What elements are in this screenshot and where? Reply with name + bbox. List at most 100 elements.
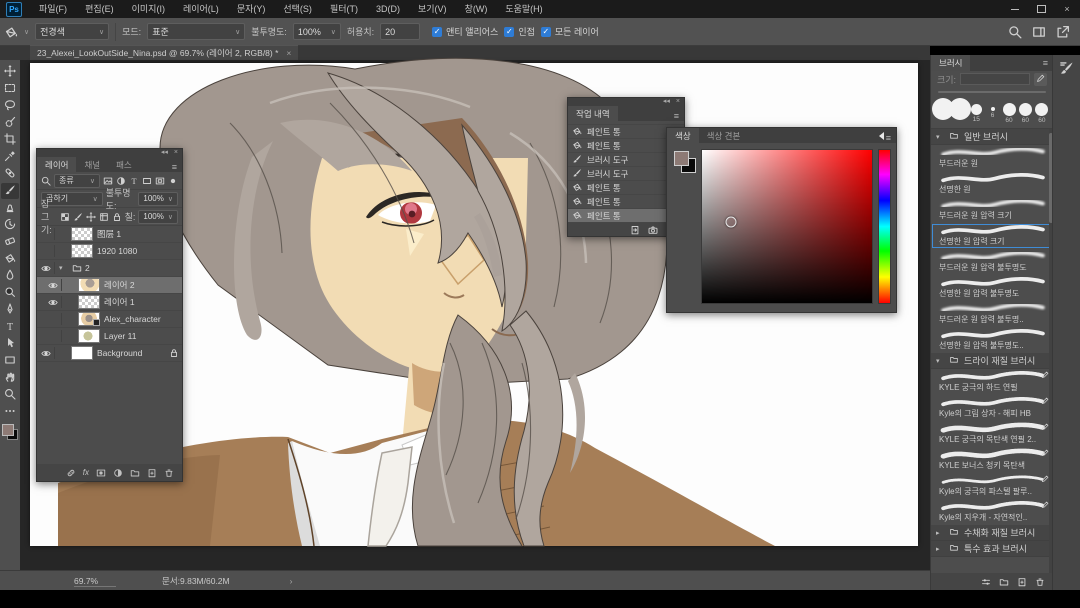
restore-button[interactable] <box>1028 0 1054 18</box>
layer-thumbnail[interactable] <box>71 346 93 360</box>
new-layer-icon[interactable] <box>147 468 157 478</box>
recent-brush[interactable] <box>952 98 967 121</box>
brush-item[interactable]: Kyle의 그림 상자 - 해피 HB <box>931 395 1053 421</box>
workspace-switcher-icon[interactable] <box>1032 25 1046 39</box>
new-document-from-state-icon[interactable] <box>630 225 640 235</box>
filter-shape-icon[interactable] <box>142 176 152 186</box>
tab-swatches[interactable]: 색상 견본 <box>699 128 749 143</box>
filter-type-icon[interactable]: T <box>129 176 139 186</box>
menu-item[interactable]: 창(W) <box>456 0 497 18</box>
menu-item[interactable]: 도움말(H) <box>496 0 551 18</box>
opacity-input[interactable]: 100%∨ <box>293 23 341 40</box>
visibility-toggle[interactable] <box>47 330 62 342</box>
close-icon[interactable]: × <box>676 98 680 106</box>
visibility-toggle[interactable] <box>47 296 62 308</box>
option-checkbox[interactable]: ✓ 앤티 앨리어스 <box>432 25 498 38</box>
new-brush-group-icon[interactable] <box>999 577 1009 587</box>
layer-thumbnail[interactable] <box>78 278 100 292</box>
saturation-brightness-field[interactable] <box>701 149 873 304</box>
brush-settings-icon[interactable] <box>981 577 991 587</box>
brush-item[interactable]: Kyle의 지우개 - 자연적인.. <box>931 499 1053 525</box>
recent-brush[interactable]: 60 <box>1035 98 1049 124</box>
tab-history[interactable]: 작업 내역 <box>568 106 618 121</box>
tool-pen[interactable] <box>1 302 19 318</box>
new-snapshot-icon[interactable] <box>648 225 658 235</box>
tool-eyedropper[interactable] <box>1 149 19 165</box>
filter-toggle-icon[interactable] <box>168 176 178 186</box>
close-button[interactable]: × <box>1054 0 1080 18</box>
collapse-icon[interactable]: ◂◂ <box>663 98 670 106</box>
menu-item[interactable]: 3D(D) <box>367 0 409 18</box>
filter-adjustment-icon[interactable] <box>116 176 126 186</box>
panel-menu-icon[interactable]: ≡ <box>1043 58 1048 68</box>
filter-kind-select[interactable]: 종류∨ <box>54 174 100 188</box>
lock-all-icon[interactable] <box>112 212 122 222</box>
create-brush-icon[interactable] <box>1034 73 1047 86</box>
tab-channels[interactable]: 채널 <box>76 157 108 172</box>
tool-hand[interactable] <box>1 370 19 386</box>
delete-brush-icon[interactable] <box>1035 577 1045 587</box>
document-tab[interactable]: 23_Alexei_LookOutSide_Nina.psd @ 69.7% (… <box>30 45 298 60</box>
foreground-color-swatch[interactable] <box>674 151 689 166</box>
tab-layers[interactable]: 레이어 <box>37 157 76 172</box>
brush-group-header[interactable]: ▾ 드라이 재질 브러시 <box>931 353 1053 369</box>
brush-item[interactable]: 부드러운 원 압력 크기 <box>931 197 1053 223</box>
tool-brush[interactable] <box>1 183 19 199</box>
brush-item[interactable]: KYLE 보너스 청키 목탄색 <box>931 447 1053 473</box>
brush-item[interactable]: 부드러운 원 <box>931 145 1053 171</box>
history-panel-dragbar[interactable]: ◂◂ × <box>568 98 684 106</box>
menu-item[interactable]: 파일(F) <box>30 0 76 18</box>
tool-quick-select[interactable] <box>1 115 19 131</box>
recent-brush[interactable]: 6 <box>985 98 999 119</box>
tool-shape[interactable] <box>1 353 19 369</box>
recent-brush[interactable] <box>935 98 950 121</box>
menu-item[interactable]: 필터(T) <box>321 0 367 18</box>
tool-type[interactable]: T <box>1 319 19 335</box>
brush-group-header[interactable]: ▸ 특수 효과 브러시 <box>931 541 1053 557</box>
brush-size-slider[interactable] <box>931 87 1053 96</box>
layer-row[interactable]: 1920 1080 <box>37 243 182 260</box>
brush-item[interactable]: Kyle의 궁극의 파스텔 팔루.. <box>931 473 1053 499</box>
hue-slider[interactable] <box>878 149 891 304</box>
brush-item[interactable]: 선명한 원 압력 불투명도.. <box>931 327 1053 353</box>
menu-item[interactable]: 선택(S) <box>274 0 321 18</box>
brush-item[interactable]: 선명한 원 <box>931 171 1053 197</box>
lock-pixels-icon[interactable] <box>73 212 83 222</box>
tool-paint-bucket[interactable] <box>1 251 19 267</box>
brush-item[interactable]: 선명한 원 압력 불투명도 <box>931 275 1053 301</box>
new-group-icon[interactable] <box>130 468 140 478</box>
lock-position-icon[interactable] <box>86 212 96 222</box>
menu-item[interactable]: 문자(Y) <box>228 0 275 18</box>
layer-row[interactable]: 레이어 2 <box>37 277 182 294</box>
color-cursor[interactable] <box>725 216 736 227</box>
menu-item[interactable]: 레이어(L) <box>174 0 228 18</box>
panel-menu-icon[interactable]: ≡ <box>674 111 679 121</box>
collapse-icon[interactable]: ◂◂ <box>161 149 168 157</box>
recent-brush[interactable]: 15 <box>969 98 983 123</box>
paint-bucket-tool-icon[interactable] <box>4 25 18 39</box>
visibility-toggle[interactable] <box>40 347 55 359</box>
filter-smart-icon[interactable] <box>155 176 165 186</box>
new-brush-icon[interactable] <box>1017 577 1027 587</box>
tool-more[interactable] <box>1 404 19 420</box>
brush-size-value[interactable] <box>960 73 1030 85</box>
tab-color[interactable]: 색상 <box>667 128 699 143</box>
panel-menu-icon[interactable]: ≡ <box>886 133 891 143</box>
visibility-toggle[interactable] <box>40 262 55 274</box>
delete-layer-icon[interactable] <box>164 468 174 478</box>
filter-search-icon[interactable] <box>41 176 51 186</box>
layer-row[interactable]: Alex_character <box>37 311 182 328</box>
visibility-toggle[interactable] <box>40 245 55 257</box>
tool-crop[interactable] <box>1 132 19 148</box>
visibility-toggle[interactable] <box>47 313 62 325</box>
tool-clone-stamp[interactable] <box>1 200 19 216</box>
layer-thumbnail[interactable] <box>78 329 100 343</box>
layers-panel-dragbar[interactable]: ◂◂ × <box>37 149 182 157</box>
share-icon[interactable] <box>1056 25 1070 39</box>
tool-blur[interactable] <box>1 268 19 284</box>
tool-eraser[interactable] <box>1 234 19 250</box>
search-icon[interactable] <box>1008 25 1022 39</box>
zoom-level-field[interactable]: 69.7% <box>74 576 116 587</box>
tool-zoom[interactable] <box>1 387 19 403</box>
layer-effects-icon[interactable]: fx <box>83 468 89 477</box>
